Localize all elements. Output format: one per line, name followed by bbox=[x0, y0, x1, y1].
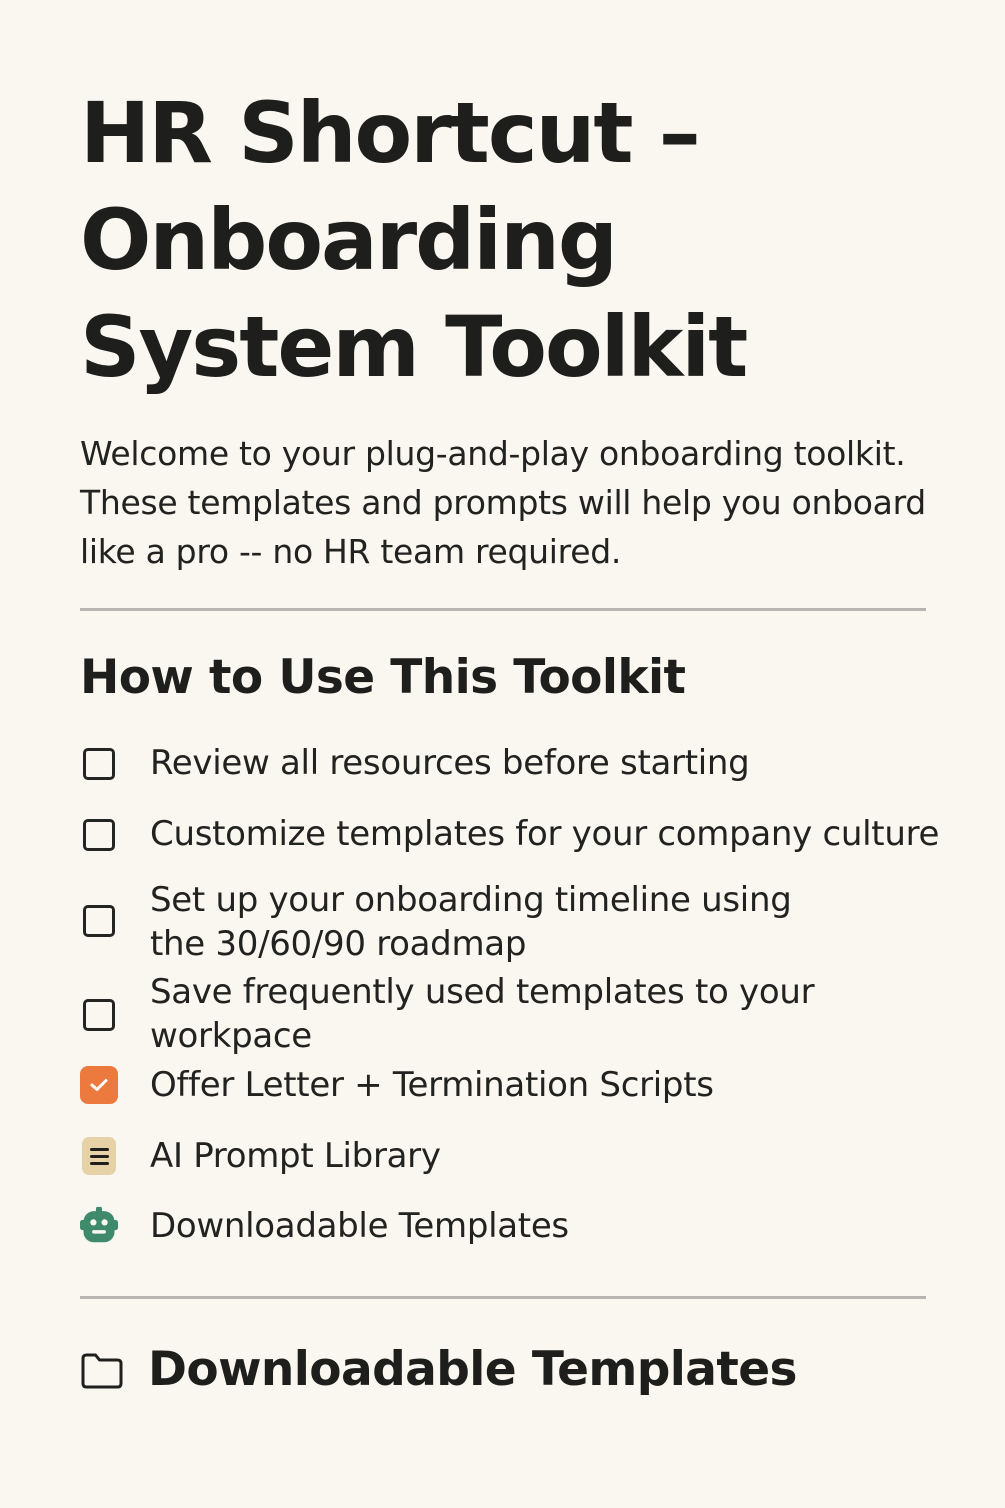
notepad-icon bbox=[80, 1137, 118, 1175]
section-heading-how-to-use: How to Use This Toolkit bbox=[80, 650, 686, 705]
checklist-item-label: Offer Letter + Termination Scripts bbox=[150, 1065, 714, 1105]
downloads-heading: Downloadable Templates bbox=[80, 1340, 798, 1400]
page: HR Shortcut – Onboarding System Toolkit … bbox=[80, 80, 960, 1397]
section-heading-downloadable-templates: Downloadable Templates bbox=[148, 1342, 798, 1397]
checklist-item-review-resources[interactable]: Review all resources before starting bbox=[80, 735, 960, 791]
folder-icon bbox=[81, 1353, 123, 1389]
divider bbox=[80, 1296, 926, 1299]
how-to-use-checklist: Review all resources before starting Cus… bbox=[80, 735, 960, 1254]
checklist-item-label: Set up your onboarding timeline using th… bbox=[150, 880, 792, 964]
divider bbox=[80, 608, 926, 611]
checkbox-unchecked-icon[interactable] bbox=[80, 816, 118, 854]
checklist-item-customize-templates[interactable]: Customize templates for your company cul… bbox=[80, 806, 960, 862]
checkbox-unchecked-icon[interactable] bbox=[80, 902, 118, 940]
checklist-item-label: Save frequently used templates to your w… bbox=[150, 972, 815, 1056]
checklist-item-save-templates[interactable]: Save frequently used templates to your w… bbox=[80, 972, 960, 1056]
checklist-item-label: Customize templates for your company cul… bbox=[150, 814, 940, 854]
checklist-item-set-up-timeline[interactable]: Set up your onboarding timeline using th… bbox=[80, 874, 960, 970]
page-title: HR Shortcut – Onboarding System Toolkit bbox=[80, 84, 748, 396]
checkbox-unchecked-icon[interactable] bbox=[80, 996, 118, 1034]
resource-item-label: Downloadable Templates bbox=[150, 1206, 569, 1246]
robot-icon bbox=[80, 1206, 118, 1244]
checklist-item-offer-letter[interactable]: Offer Letter + Termination Scripts bbox=[80, 1057, 960, 1113]
resource-item-downloadable-templates[interactable]: Downloadable Templates bbox=[80, 1198, 960, 1254]
resource-item-label: AI Prompt Library bbox=[150, 1136, 441, 1176]
checkbox-unchecked-icon[interactable] bbox=[80, 745, 118, 783]
checkbox-checked-icon[interactable] bbox=[80, 1066, 118, 1104]
resource-item-ai-prompt-library[interactable]: AI Prompt Library bbox=[80, 1128, 960, 1184]
intro-text: Welcome to your plug-and-play onboarding… bbox=[80, 434, 926, 571]
checklist-item-label: Review all resources before starting bbox=[150, 743, 750, 783]
